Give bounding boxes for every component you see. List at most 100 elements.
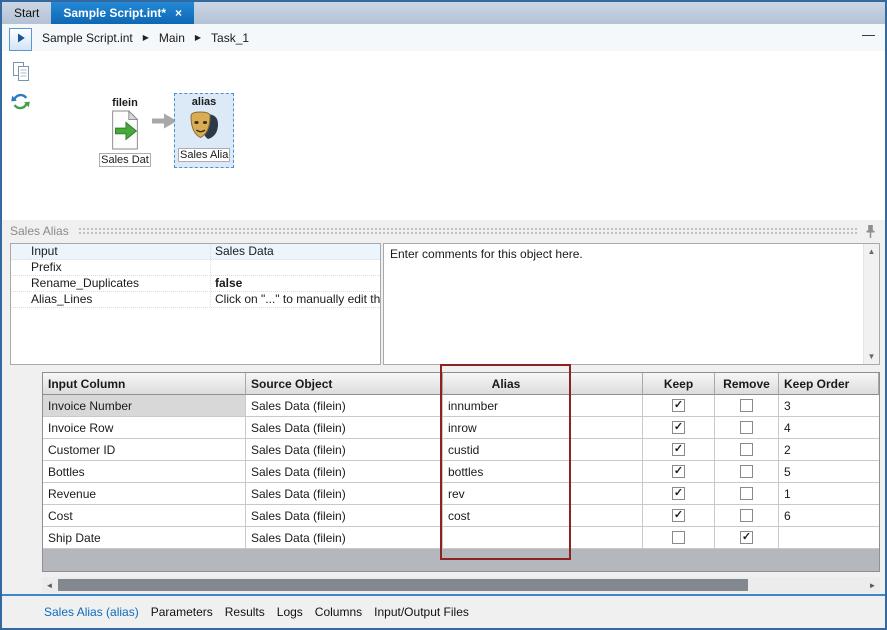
cell-blank[interactable] — [570, 483, 643, 505]
cell-source-object[interactable]: Sales Data (filein) — [246, 439, 443, 461]
cell-keep-order[interactable]: 3 — [779, 395, 879, 417]
scroll-right-icon[interactable]: ► — [865, 577, 880, 593]
column-header-source-object[interactable]: Source Object — [246, 373, 443, 395]
cell-blank[interactable] — [570, 417, 643, 439]
remove-checkbox[interactable] — [740, 399, 753, 412]
run-button[interactable] — [9, 28, 32, 51]
breadcrumb-task[interactable]: Task_1 — [211, 31, 249, 45]
tab-sample-script[interactable]: Sample Script.int* × — [51, 2, 194, 24]
cell-keep-order[interactable]: 1 — [779, 483, 879, 505]
property-value[interactable]: Click on "..." to manually edit the al — [211, 292, 380, 307]
cell-source-object[interactable]: Sales Data (filein) — [246, 461, 443, 483]
keep-checkbox[interactable]: ✓ — [672, 465, 685, 478]
remove-checkbox[interactable] — [740, 465, 753, 478]
node-filein[interactable]: filein Sales Dat — [95, 97, 155, 170]
comments-placeholder: Enter comments for this object here. — [384, 244, 879, 264]
keep-checkbox[interactable]: ✓ — [672, 421, 685, 434]
cell-keep-order[interactable]: 2 — [779, 439, 879, 461]
footer-tab-results[interactable]: Results — [225, 605, 265, 619]
remove-checkbox[interactable] — [740, 421, 753, 434]
play-icon — [15, 32, 27, 47]
keep-checkbox[interactable] — [672, 531, 685, 544]
cell-alias[interactable]: inrow — [443, 417, 570, 439]
pin-icon[interactable] — [865, 224, 876, 242]
remove-checkbox[interactable]: ✓ — [740, 531, 753, 544]
node-alias[interactable]: alias Sales Alia — [174, 93, 234, 168]
remove-checkbox-cell — [715, 483, 779, 505]
cell-input-column[interactable]: Cost — [43, 505, 246, 527]
remove-checkbox[interactable] — [740, 443, 753, 456]
cell-blank[interactable] — [570, 527, 643, 549]
cell-blank[interactable] — [570, 461, 643, 483]
cell-alias[interactable]: innumber — [443, 395, 570, 417]
cell-source-object[interactable]: Sales Data (filein) — [246, 527, 443, 549]
property-value[interactable] — [211, 260, 380, 275]
remove-checkbox[interactable] — [740, 487, 753, 500]
collapse-pane-button[interactable]: — — [862, 27, 875, 42]
horizontal-scrollbar[interactable]: ◄ ► — [42, 577, 880, 593]
breadcrumb-script[interactable]: Sample Script.int — [42, 31, 133, 45]
column-header-keep-order[interactable]: Keep Order — [779, 373, 879, 395]
property-value[interactable]: false — [211, 276, 380, 291]
node-filein-label: Sales Dat — [99, 153, 151, 167]
cell-alias[interactable]: rev — [443, 483, 570, 505]
cell-input-column[interactable]: Ship Date — [43, 527, 246, 549]
column-header-remove[interactable]: Remove — [715, 373, 779, 395]
cell-keep-order[interactable]: 4 — [779, 417, 879, 439]
tab-start-label: Start — [14, 6, 39, 20]
scroll-left-icon[interactable]: ◄ — [42, 577, 57, 593]
remove-checkbox-cell — [715, 505, 779, 527]
cell-input-column[interactable]: Invoice Row — [43, 417, 246, 439]
cell-keep-order[interactable]: 6 — [779, 505, 879, 527]
workflow-canvas[interactable]: filein Sales Dat alias — [2, 51, 885, 220]
cell-keep-order[interactable]: 5 — [779, 461, 879, 483]
keep-checkbox-cell: ✓ — [643, 439, 715, 461]
cell-alias[interactable] — [443, 527, 570, 549]
cell-input-column[interactable]: Invoice Number — [43, 395, 246, 417]
property-name: Prefix — [11, 260, 211, 275]
cell-input-column[interactable]: Bottles — [43, 461, 246, 483]
comments-box[interactable]: Enter comments for this object here. ▲ ▼ — [383, 243, 880, 365]
column-header-blank[interactable] — [570, 373, 643, 395]
remove-checkbox-cell: ✓ — [715, 527, 779, 549]
tab-start[interactable]: Start — [2, 2, 51, 24]
cell-input-column[interactable]: Revenue — [43, 483, 246, 505]
cell-blank[interactable] — [570, 505, 643, 527]
comments-scrollbar[interactable]: ▲ ▼ — [863, 244, 879, 364]
remove-checkbox-cell — [715, 439, 779, 461]
cell-source-object[interactable]: Sales Data (filein) — [246, 395, 443, 417]
keep-checkbox[interactable]: ✓ — [672, 399, 685, 412]
footer-tab-logs[interactable]: Logs — [277, 605, 303, 619]
footer-tab-parameters[interactable]: Parameters — [151, 605, 213, 619]
cell-blank[interactable] — [570, 439, 643, 461]
column-header-alias[interactable]: Alias — [443, 373, 570, 395]
cell-source-object[interactable]: Sales Data (filein) — [246, 505, 443, 527]
property-value[interactable]: Sales Data — [211, 244, 380, 259]
footer-tab-input-output-files[interactable]: Input/Output Files — [374, 605, 469, 619]
column-header-input-column[interactable]: Input Column — [43, 373, 246, 395]
cell-alias[interactable]: bottles — [443, 461, 570, 483]
cell-blank[interactable] — [570, 395, 643, 417]
close-icon[interactable]: × — [175, 6, 182, 20]
scrollbar-thumb[interactable] — [58, 579, 748, 591]
document-tabstrip: Start Sample Script.int* × — [2, 2, 885, 24]
scroll-down-icon[interactable]: ▼ — [864, 352, 879, 361]
remove-checkbox[interactable] — [740, 509, 753, 522]
refresh-icon[interactable] — [10, 91, 31, 115]
footer-tab-sales-alias[interactable]: Sales Alias (alias) — [44, 605, 139, 619]
breadcrumb-main[interactable]: Main — [159, 31, 185, 45]
column-header-keep[interactable]: Keep — [643, 373, 715, 395]
cell-alias[interactable]: cost — [443, 505, 570, 527]
cell-source-object[interactable]: Sales Data (filein) — [246, 483, 443, 505]
scroll-up-icon[interactable]: ▲ — [864, 247, 879, 256]
cell-source-object[interactable]: Sales Data (filein) — [246, 417, 443, 439]
cell-alias[interactable]: custid — [443, 439, 570, 461]
table-row: Invoice Number Sales Data (filein) innum… — [43, 395, 879, 417]
keep-checkbox[interactable]: ✓ — [672, 443, 685, 456]
keep-checkbox[interactable]: ✓ — [672, 509, 685, 522]
cell-keep-order[interactable] — [779, 527, 879, 549]
keep-checkbox[interactable]: ✓ — [672, 487, 685, 500]
footer-tab-columns[interactable]: Columns — [315, 605, 362, 619]
cell-input-column[interactable]: Customer ID — [43, 439, 246, 461]
document-icon[interactable] — [12, 61, 30, 85]
